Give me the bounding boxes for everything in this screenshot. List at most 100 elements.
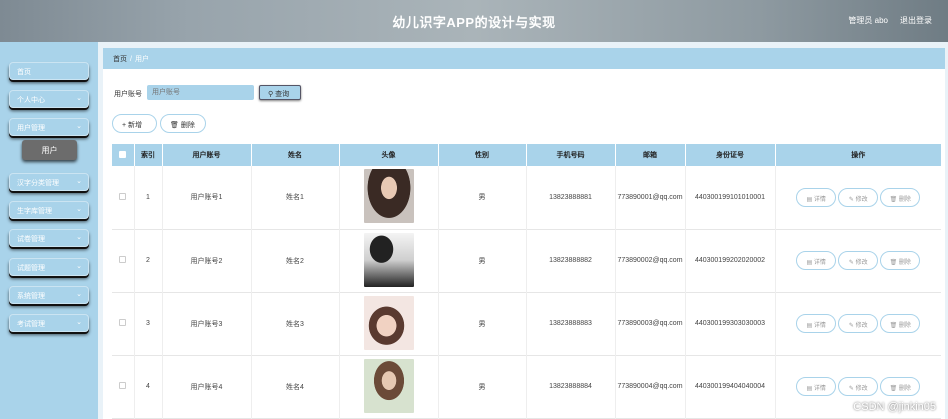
pencil-icon: ✎ xyxy=(848,260,856,266)
sidebar-item-system[interactable]: 系统管理 ⌄ xyxy=(9,286,89,304)
sidebar-item-questions[interactable]: 试题管理 ⌄ xyxy=(9,258,89,276)
row-checkbox[interactable] xyxy=(112,355,134,418)
cell-phone: 13823888881 xyxy=(525,166,615,229)
sidebar: 首页 个人中心 ⌄ 用户管理 ⌄ 用户 汉字分类管理 ⌄ 生字库管理 ⌄ 试卷管理 ⌄ 试… xyxy=(0,42,98,419)
column-header: 姓名 xyxy=(250,144,339,166)
column-header: 索引 xyxy=(133,144,162,166)
chevron-down-icon: ⌄ xyxy=(76,291,82,298)
row-delete-button-label: 删除 xyxy=(898,386,911,392)
cell-email: 773890002@qq.com xyxy=(614,229,685,292)
edit-button[interactable]: ✎ 修改 xyxy=(838,314,879,333)
add-button-label: 新增 xyxy=(128,122,143,129)
search-button[interactable]: ⚲ 查询 xyxy=(259,85,301,100)
cell-operations: ▤ 详情 ✎ 修改 🗑 删除 xyxy=(774,166,941,229)
table-row: 4 用户账号4 姓名4 男 13823888884 773890004@qq.c… xyxy=(112,355,941,418)
cell-id-card: 440300199303030003 xyxy=(684,292,775,355)
breadcrumb-separator: / xyxy=(130,56,132,63)
search-label: 用户账号 xyxy=(114,91,142,98)
cell-id-card: 440300199202020002 xyxy=(684,229,775,292)
chevron-down-icon: ⌄ xyxy=(76,206,82,213)
cell-phone: 13823888883 xyxy=(525,292,615,355)
detail-button-label: 详情 xyxy=(813,196,826,203)
cell-gender: 男 xyxy=(437,229,526,292)
sidebar-item-label: 试卷管理 xyxy=(17,236,45,243)
trash-icon: 🗑 xyxy=(889,260,899,266)
row-delete-button-label: 删除 xyxy=(898,323,911,329)
sidebar-item-exams[interactable]: 考试管理 ⌄ xyxy=(9,314,89,332)
row-checkbox[interactable] xyxy=(112,166,134,229)
cell-email: 773890001@qq.com xyxy=(614,166,685,229)
checkbox-icon xyxy=(119,150,127,158)
chevron-down-icon: ⌄ xyxy=(76,95,82,102)
cell-avatar xyxy=(338,355,438,418)
avatar xyxy=(363,358,414,413)
edit-button[interactable]: ✎ 修改 xyxy=(838,251,879,270)
detail-button[interactable]: ▤ 详情 xyxy=(796,251,837,270)
row-delete-button-label: 删除 xyxy=(898,260,911,266)
cell-avatar xyxy=(338,292,438,355)
row-delete-button[interactable]: 🗑 删除 xyxy=(880,251,921,270)
sidebar-item-label: 个人中心 xyxy=(17,97,45,104)
edit-button[interactable]: ✎ 修改 xyxy=(838,187,879,207)
row-delete-button[interactable]: 🗑 删除 xyxy=(880,187,921,207)
cell-name: 姓名2 xyxy=(250,229,339,292)
trash-icon: 🗑 xyxy=(889,323,899,329)
cell-gender: 男 xyxy=(437,292,526,355)
cell-account: 用户账号4 xyxy=(161,355,251,418)
sidebar-item-label: 生字库管理 xyxy=(17,208,52,215)
table-row: 2 用户账号2 姓名2 男 13823888882 773890002@qq.c… xyxy=(112,229,941,292)
logout-link[interactable]: 退出登录 xyxy=(900,15,932,26)
delete-button[interactable]: 🗑 删除 xyxy=(160,114,206,133)
cell-index: 1 xyxy=(133,166,162,229)
detail-button[interactable]: ▤ 详情 xyxy=(796,187,837,207)
column-header: 性别 xyxy=(437,144,526,166)
chevron-down-icon: ⌄ xyxy=(76,123,82,130)
search-input[interactable] xyxy=(147,85,254,100)
detail-button-label: 详情 xyxy=(813,260,826,266)
cell-account: 用户账号1 xyxy=(161,166,251,229)
document-icon: ▤ xyxy=(806,196,814,203)
cell-name: 姓名3 xyxy=(250,292,339,355)
sidebar-item-profile[interactable]: 个人中心 ⌄ xyxy=(9,90,89,108)
add-button[interactable]: + 新增 xyxy=(112,114,157,133)
sidebar-item-users[interactable]: 用户管理 ⌄ xyxy=(9,118,89,136)
cell-name: 姓名4 xyxy=(250,355,339,418)
cell-phone: 13823888884 xyxy=(525,355,615,418)
avatar xyxy=(363,232,414,287)
sidebar-subitem-user[interactable]: 用户 xyxy=(22,140,77,160)
search-button-label: 查询 xyxy=(275,91,290,98)
row-checkbox[interactable] xyxy=(112,292,134,355)
sidebar-item-home[interactable]: 首页 xyxy=(9,62,89,80)
detail-button[interactable]: ▤ 详情 xyxy=(796,377,837,396)
cell-account: 用户账号2 xyxy=(161,229,251,292)
detail-button[interactable]: ▤ 详情 xyxy=(796,314,837,333)
row-delete-button[interactable]: 🗑 删除 xyxy=(880,314,921,333)
trash-icon: 🗑 xyxy=(170,122,181,129)
select-all-checkbox[interactable] xyxy=(112,144,134,166)
row-delete-button-label: 删除 xyxy=(898,196,911,203)
column-header: 头像 xyxy=(338,144,438,166)
row-delete-button[interactable]: 🗑 删除 xyxy=(880,377,921,396)
breadcrumb: 首页 / 用户 xyxy=(103,48,945,69)
delete-button-label: 删除 xyxy=(180,122,195,129)
sidebar-item-label: 首页 xyxy=(17,69,31,76)
cell-index: 2 xyxy=(133,229,162,292)
checkbox-icon xyxy=(119,192,127,200)
sidebar-item-papers[interactable]: 试卷管理 ⌄ xyxy=(9,229,89,247)
sidebar-item-label: 用户管理 xyxy=(17,125,45,132)
sidebar-item-char-category[interactable]: 汉字分类管理 ⌄ xyxy=(9,173,89,191)
checkbox-icon xyxy=(119,319,127,326)
column-header: 邮箱 xyxy=(614,144,685,166)
edit-button-label: 修改 xyxy=(855,196,868,203)
cell-gender: 男 xyxy=(437,166,526,229)
breadcrumb-home[interactable]: 首页 xyxy=(113,56,127,63)
main-content: 用户账号 ⚲ 查询 + 新增 🗑 删除 索引 用户账号 姓名 头像 性别 手机号… xyxy=(103,69,945,419)
detail-button-label: 详情 xyxy=(813,323,826,329)
checkbox-icon xyxy=(119,256,127,263)
cell-phone: 13823888882 xyxy=(525,229,615,292)
edit-button[interactable]: ✎ 修改 xyxy=(838,377,879,396)
cell-avatar xyxy=(338,166,438,229)
sidebar-item-char-library[interactable]: 生字库管理 ⌄ xyxy=(9,201,89,219)
table-header-row: 索引 用户账号 姓名 头像 性别 手机号码 邮箱 身份证号 操作 xyxy=(112,144,941,166)
row-checkbox[interactable] xyxy=(112,229,134,292)
